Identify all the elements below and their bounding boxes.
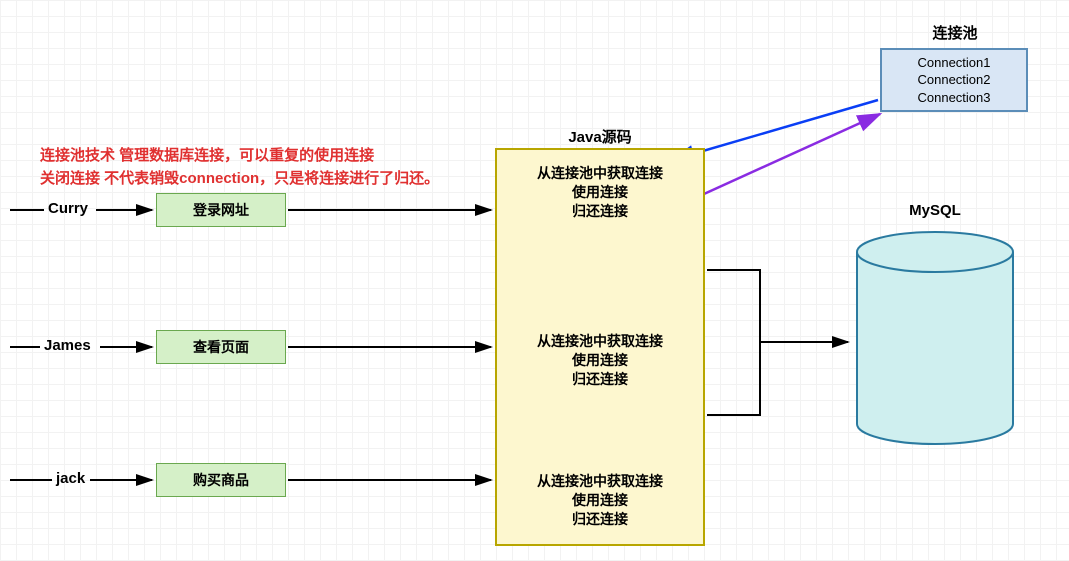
- jb2-get: 从连接池中获取连接: [537, 333, 663, 349]
- java-block-1: 从连接池中获取连接 使用连接 归还连接: [497, 164, 703, 221]
- action3-label: 购买商品: [193, 470, 249, 490]
- user-label-2: James: [44, 337, 91, 354]
- jb1-get: 从连接池中获取连接: [537, 165, 663, 181]
- pool-conn1: Connection1: [918, 55, 991, 70]
- jb3-get: 从连接池中获取连接: [537, 473, 663, 489]
- user-label-3: jack: [56, 470, 85, 487]
- jb3-use: 使用连接: [572, 492, 628, 508]
- action-box-2: 查看页面: [156, 330, 286, 364]
- jb2-use: 使用连接: [572, 352, 628, 368]
- note-text: 连接池技术 管理数据库连接，可以重复的使用连接 关闭连接 不代表销毁connec…: [40, 145, 470, 190]
- note-line1: 连接池技术 管理数据库连接，可以重复的使用连接: [40, 147, 374, 164]
- pool-title: 连接池: [895, 22, 1015, 43]
- pool-box: Connection1 Connection2 Connection3: [880, 48, 1028, 112]
- action1-label: 登录网址: [193, 200, 249, 220]
- jb1-use: 使用连接: [572, 184, 628, 200]
- java-block-3: 从连接池中获取连接 使用连接 归还连接: [497, 472, 703, 529]
- pool-conn3: Connection3: [918, 90, 991, 105]
- java-block-2: 从连接池中获取连接 使用连接 归还连接: [497, 332, 703, 389]
- jb1-return: 归还连接: [572, 203, 628, 219]
- cylinder-svg: [850, 228, 1020, 448]
- java-title: Java源码: [495, 126, 705, 147]
- jb3-return: 归还连接: [572, 511, 628, 527]
- action-box-1: 登录网址: [156, 193, 286, 227]
- note-line2: 关闭连接 不代表销毁connection，只是将连接进行了归还。: [40, 170, 439, 187]
- pool-conn2: Connection2: [918, 72, 991, 87]
- java-box: 从连接池中获取连接 使用连接 归还连接 从连接池中获取连接 使用连接 归还连接 …: [495, 148, 705, 546]
- mysql-title: MySQL: [875, 202, 995, 219]
- action-box-3: 购买商品: [156, 463, 286, 497]
- user-label-1: Curry: [48, 200, 88, 217]
- action2-label: 查看页面: [193, 337, 249, 357]
- pool-lines: Connection1 Connection2 Connection3: [918, 54, 991, 107]
- jb2-return: 归还连接: [572, 371, 628, 387]
- mysql-cylinder: [850, 228, 1020, 448]
